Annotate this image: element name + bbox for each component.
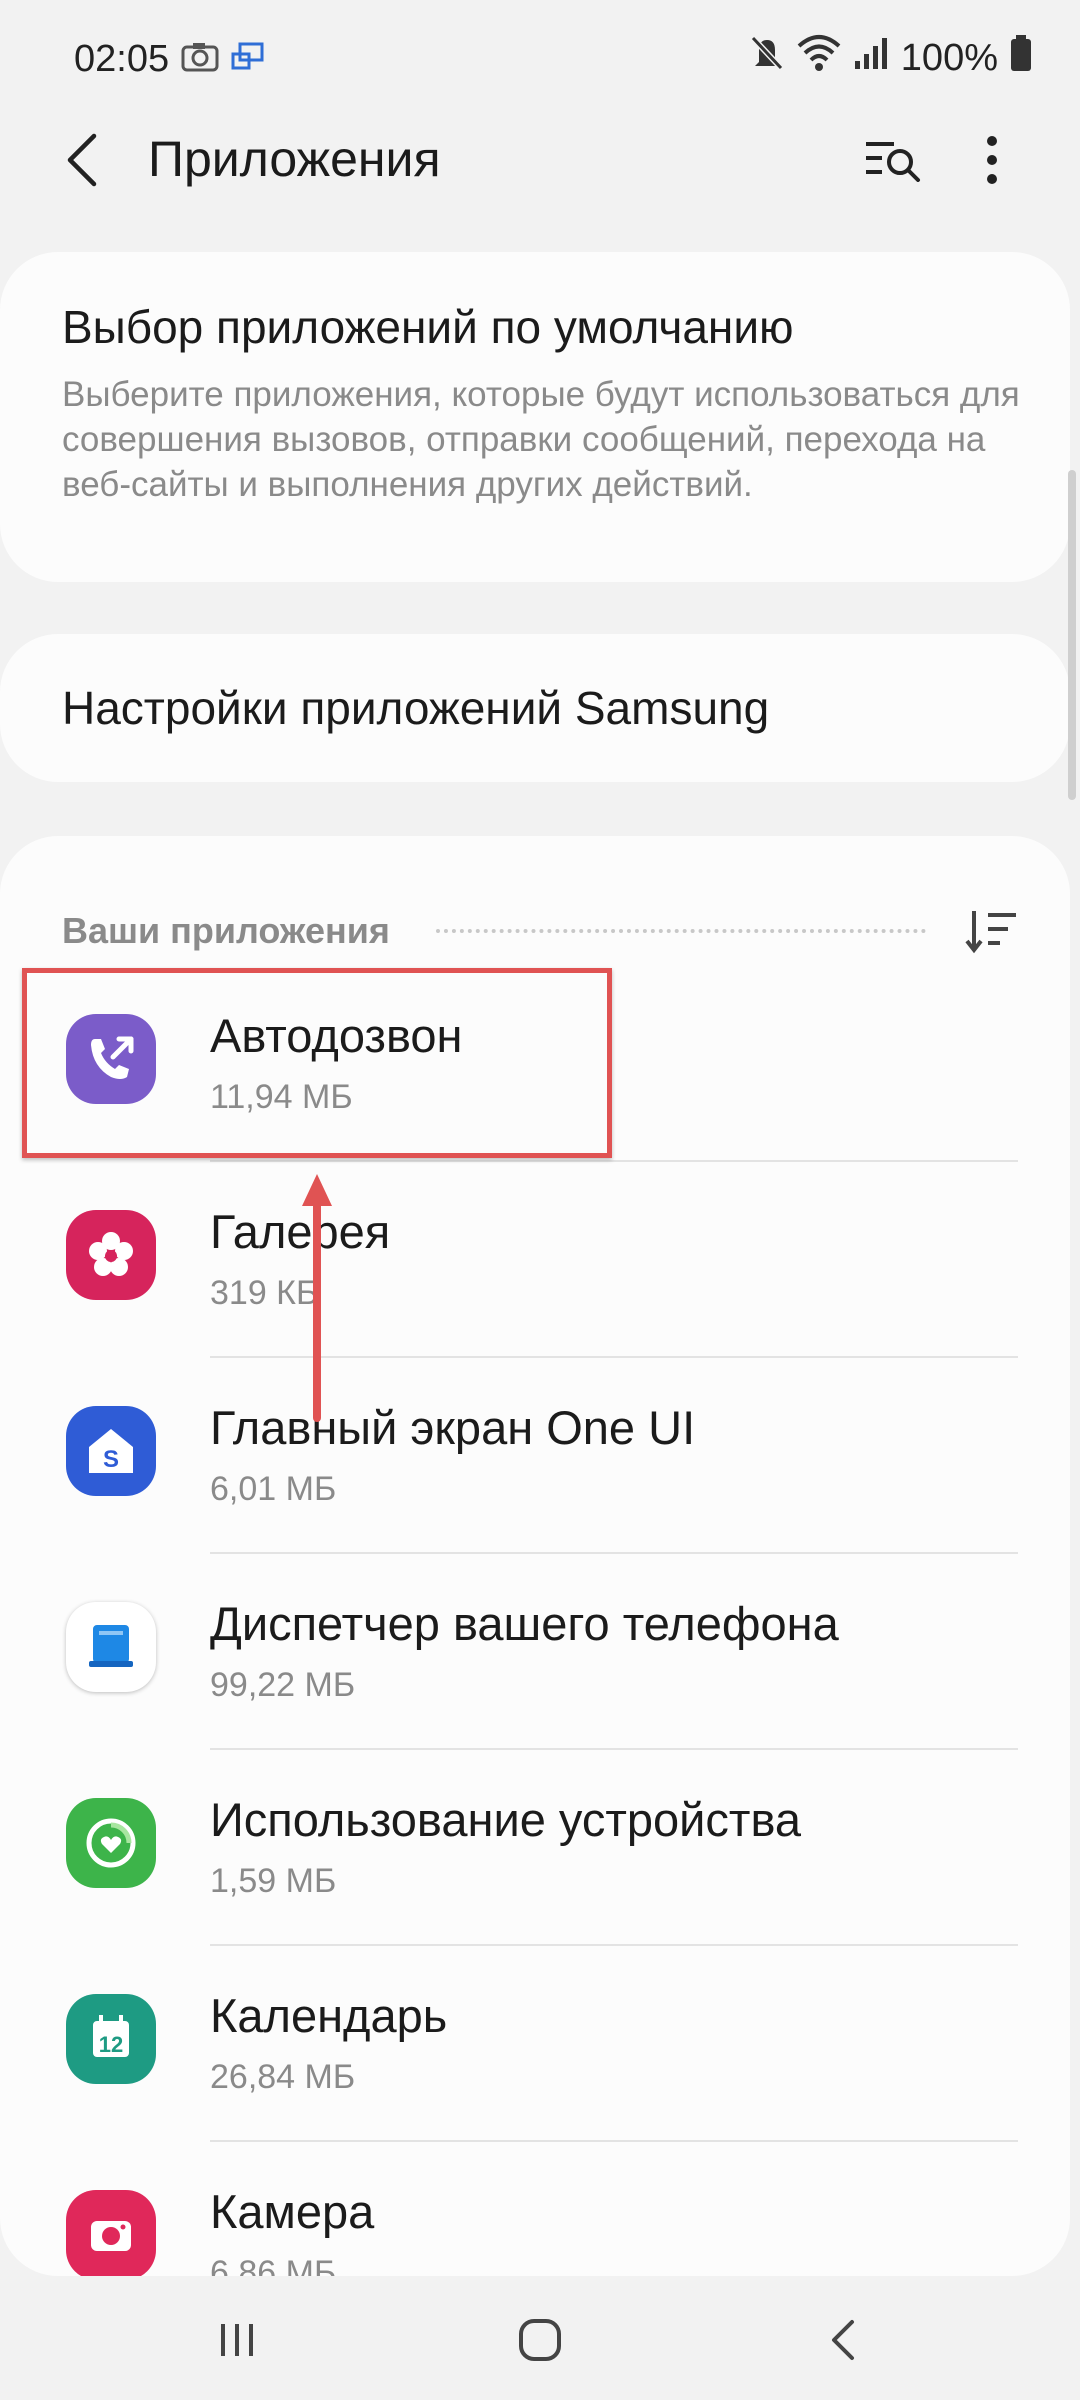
app-size: 1,59 МБ (210, 1862, 337, 1900)
calendar-day-number: 12 (99, 2032, 123, 2057)
app-size: 26,84 МБ (210, 2058, 356, 2096)
default-apps-title: Выбор приложений по умолчанию (62, 301, 794, 353)
camera-icon (180, 40, 220, 79)
header-divider (435, 929, 926, 933)
auto-redial-icon (66, 1014, 156, 1104)
back-button[interactable] (52, 120, 112, 200)
app-name: Календарь (210, 1989, 448, 2042)
app-name: Камера (210, 2185, 375, 2238)
search-button[interactable] (858, 120, 928, 200)
navigation-bar (0, 2276, 1080, 2400)
one-ui-home-icon: S (66, 1406, 156, 1496)
status-bar: 02:05 100% (0, 0, 1080, 120)
calendar-icon: 12 (66, 1994, 156, 2084)
phone-manager-icon (66, 1602, 156, 1692)
device-usage-icon (66, 1798, 156, 1888)
app-bar: Приложения (0, 120, 1080, 270)
nav-back-button[interactable] (798, 2300, 888, 2380)
search-list-icon (866, 142, 920, 182)
app-size: 11,94 МБ (210, 1078, 353, 1116)
more-options-button[interactable] (962, 120, 1022, 200)
app-item-phone-manager[interactable]: Диспетчер вашего телефона 99,22 МБ (0, 1554, 1070, 1750)
app-item-gallery[interactable]: Галерея 319 КБ (0, 1162, 1070, 1358)
app-name: Использование устройства (210, 1793, 802, 1846)
signal-icon (853, 35, 889, 81)
screen-mirror-icon (230, 40, 266, 79)
app-item-one-ui-home[interactable]: S Главный экран One UI 6,01 МБ (0, 1358, 1070, 1554)
your-apps-card: Ваши приложения Автодозвон 11,94 МБ Гале… (0, 836, 1070, 2276)
mute-icon (749, 34, 785, 82)
nav-back-icon (832, 2320, 854, 2360)
app-name: Галерея (210, 1205, 391, 1258)
svg-text:S: S (103, 1446, 119, 1473)
wifi-icon (797, 34, 841, 82)
app-item-auto-redial[interactable]: Автодозвон 11,94 МБ (0, 966, 1070, 1162)
status-left-icons (180, 40, 266, 79)
app-size: 99,22 МБ (210, 1666, 356, 1704)
app-size: 6,01 МБ (210, 1470, 337, 1508)
gallery-icon (66, 1210, 156, 1300)
app-item-camera[interactable]: Камера 6,86 МБ (0, 2142, 1070, 2276)
app-list: Автодозвон 11,94 МБ Галерея 319 КБ S Гла… (0, 966, 1070, 2276)
app-name: Автодозвон (210, 1009, 463, 1062)
default-apps-description: Выберите приложения, которые будут испол… (62, 375, 1020, 504)
your-apps-label: Ваши приложения (62, 910, 390, 951)
recent-apps-icon (221, 2324, 253, 2356)
battery-icon (1010, 34, 1032, 82)
app-size: 6,86 МБ (210, 2254, 337, 2276)
app-item-device-usage[interactable]: Использование устройства 1,59 МБ (0, 1750, 1070, 1946)
more-vertical-icon (987, 136, 997, 184)
status-time: 02:05 (74, 38, 170, 80)
home-icon (519, 2319, 561, 2361)
home-button[interactable] (495, 2300, 585, 2380)
status-right: 100% (749, 34, 1032, 82)
battery-percent: 100% (900, 36, 998, 79)
samsung-app-settings-title: Настройки приложений Samsung (62, 682, 770, 734)
app-name: Главный экран One UI (210, 1401, 696, 1454)
app-size: 319 КБ (210, 1274, 319, 1312)
default-apps-card[interactable]: Выбор приложений по умолчанию Выберите п… (0, 252, 1070, 582)
samsung-app-settings-card[interactable]: Настройки приложений Samsung (0, 634, 1070, 782)
back-arrow-icon (67, 133, 97, 187)
app-item-calendar[interactable]: 12 Календарь 26,84 МБ (0, 1946, 1070, 2142)
app-name: Диспетчер вашего телефона (210, 1597, 839, 1650)
page-title: Приложения (148, 131, 441, 187)
scrollbar[interactable] (1068, 470, 1076, 800)
your-apps-header: Ваши приложения (62, 896, 1022, 966)
recent-apps-button[interactable] (192, 2300, 282, 2380)
sort-button[interactable] (962, 901, 1022, 961)
sort-icon (965, 911, 1016, 954)
camera-app-icon (66, 2190, 156, 2276)
